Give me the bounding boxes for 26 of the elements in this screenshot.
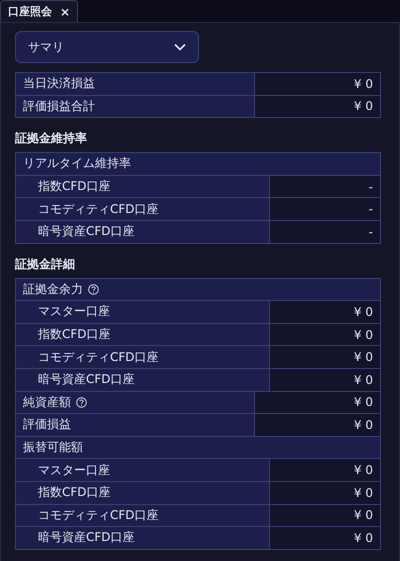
section-title: 証拠金詳細 [15, 256, 76, 273]
row-label: マスター口座 [16, 301, 270, 323]
row-label: 暗号資産CFD口座 [16, 368, 270, 391]
row-label: 評価損益 [16, 414, 255, 436]
tab[interactable]: 口座照会 × [0, 0, 78, 22]
row-label: コモディティCFD口座 [16, 198, 270, 220]
row-label: 暗号資産CFD口座 [16, 220, 270, 243]
row-label: マスター口座 [16, 459, 270, 481]
group-header: 振替可能額 [16, 436, 380, 458]
row-label: コモディティCFD口座 [16, 346, 270, 368]
row-label: 純資産額 [16, 392, 255, 414]
row-label: コモディティCFD口座 [16, 504, 270, 526]
row-label: 暗号資産CFD口座 [16, 527, 270, 549]
row-label: 指数CFD口座 [16, 482, 270, 504]
row-label: 指数CFD口座 [16, 324, 270, 346]
group-header: 証拠金余力 [16, 278, 380, 300]
chevron-down-icon [174, 43, 186, 51]
help-icon[interactable] [76, 396, 87, 408]
row-label: 評価損益合計 [16, 96, 255, 118]
row-label: 指数CFD口座 [16, 176, 270, 198]
row-label: 当日決済損益 [16, 73, 255, 95]
help-icon[interactable] [88, 284, 99, 295]
close-button[interactable]: × [60, 4, 70, 18]
group-header: リアルタイム維持率 [16, 153, 380, 175]
summary-dropdown[interactable]: サマリ [15, 31, 199, 63]
section-title: 証拠金維持率 [15, 130, 88, 148]
